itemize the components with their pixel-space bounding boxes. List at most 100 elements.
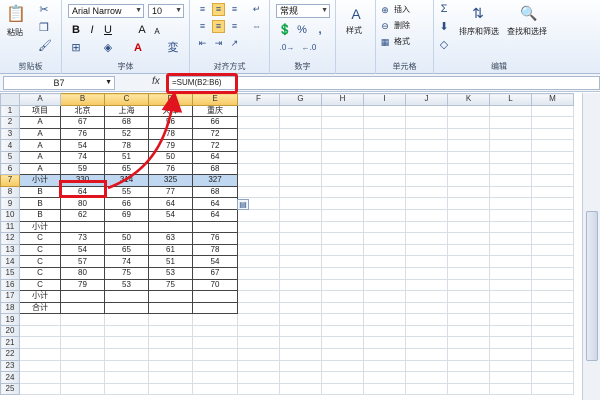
sort-filter-label[interactable]: 排序和筛选: [459, 27, 499, 37]
cell[interactable]: [148, 336, 193, 350]
row-header[interactable]: 5: [0, 150, 20, 164]
cell[interactable]: [447, 232, 490, 245]
cell[interactable]: [489, 266, 532, 280]
cell[interactable]: [192, 336, 238, 350]
cell[interactable]: [405, 266, 448, 280]
cell[interactable]: [489, 255, 532, 268]
bold-button[interactable]: B: [70, 24, 82, 36]
cell[interactable]: [405, 382, 448, 396]
cell[interactable]: [321, 266, 364, 280]
cell[interactable]: [19, 336, 61, 350]
cell[interactable]: [279, 197, 322, 210]
cell[interactable]: 53: [104, 278, 149, 292]
column-header-c[interactable]: C: [104, 93, 149, 106]
column-header-b[interactable]: B: [60, 93, 105, 106]
orientation-icon[interactable]: ↗: [228, 37, 241, 50]
cell[interactable]: [363, 243, 406, 257]
row-header[interactable]: 2: [0, 116, 20, 129]
cell[interactable]: [447, 243, 490, 257]
cell[interactable]: 76: [192, 232, 238, 245]
cell[interactable]: [405, 139, 448, 152]
cell[interactable]: [489, 197, 532, 210]
cell[interactable]: [489, 243, 532, 257]
cell[interactable]: [531, 116, 574, 129]
cell[interactable]: [192, 324, 238, 338]
cell[interactable]: [489, 278, 532, 292]
cell[interactable]: [104, 371, 149, 384]
cell[interactable]: [447, 359, 490, 373]
cell[interactable]: 重庆: [192, 104, 238, 118]
row-header[interactable]: 8: [0, 185, 20, 199]
cell[interactable]: [531, 266, 574, 280]
column-header-j[interactable]: J: [405, 93, 448, 106]
cell[interactable]: [279, 266, 322, 280]
cell[interactable]: [405, 208, 448, 222]
cell[interactable]: [19, 371, 61, 384]
cell[interactable]: [321, 290, 364, 303]
cell[interactable]: [447, 301, 490, 315]
cell[interactable]: [405, 336, 448, 350]
cell[interactable]: C: [19, 232, 61, 245]
cell[interactable]: [363, 348, 406, 361]
format-icon[interactable]: ▦: [380, 36, 390, 48]
cell[interactable]: [321, 208, 364, 222]
cell[interactable]: [192, 313, 238, 326]
cell[interactable]: [19, 313, 61, 326]
cell[interactable]: [363, 371, 406, 384]
cell[interactable]: B: [19, 185, 61, 199]
cell[interactable]: A: [19, 162, 61, 176]
cell[interactable]: [279, 150, 322, 164]
cell[interactable]: [531, 139, 574, 152]
cell[interactable]: [363, 255, 406, 268]
cell[interactable]: [531, 127, 574, 141]
cell[interactable]: 325: [148, 174, 193, 187]
cell[interactable]: 72: [192, 139, 238, 152]
cell[interactable]: [237, 324, 280, 338]
cell[interactable]: [60, 382, 105, 396]
cell[interactable]: [104, 313, 149, 326]
cell[interactable]: [192, 301, 238, 315]
cell[interactable]: [447, 208, 490, 222]
cell[interactable]: [531, 301, 574, 315]
fill-color-icon[interactable]: ◈: [102, 42, 114, 54]
shrink-font-button[interactable]: A: [152, 26, 162, 38]
cell[interactable]: [531, 290, 574, 303]
clear-icon[interactable]: ◇: [438, 39, 450, 51]
cell[interactable]: 65: [104, 243, 149, 257]
autosum-button[interactable]: Σ: [438, 3, 450, 15]
cell[interactable]: [531, 243, 574, 257]
insert-function-button[interactable]: fx: [152, 76, 160, 87]
cell[interactable]: [405, 220, 448, 234]
cell[interactable]: [237, 255, 280, 268]
cell[interactable]: [60, 290, 105, 303]
cell[interactable]: 68: [192, 162, 238, 176]
row-header[interactable]: 21: [0, 336, 20, 350]
paste-icon[interactable]: 📋: [6, 6, 26, 24]
cell[interactable]: [237, 278, 280, 292]
cell[interactable]: [237, 150, 280, 164]
align-bottom-icon[interactable]: ≡: [228, 3, 241, 16]
cell[interactable]: [531, 313, 574, 326]
cell[interactable]: 51: [104, 150, 149, 164]
cell[interactable]: [363, 266, 406, 280]
wrap-text-icon[interactable]: ↵: [250, 3, 263, 16]
cell[interactable]: [148, 348, 193, 361]
cell[interactable]: [279, 162, 322, 176]
cell[interactable]: [237, 359, 280, 373]
cell[interactable]: 63: [148, 232, 193, 245]
cell[interactable]: [192, 348, 238, 361]
cell[interactable]: [447, 220, 490, 234]
cell[interactable]: [237, 232, 280, 245]
cell[interactable]: [104, 301, 149, 315]
cell[interactable]: [237, 174, 280, 187]
cell[interactable]: [363, 139, 406, 152]
cell[interactable]: [363, 127, 406, 141]
cell[interactable]: [237, 220, 280, 234]
styles-icon[interactable]: A: [348, 6, 364, 22]
cell[interactable]: [447, 266, 490, 280]
cell[interactable]: [489, 208, 532, 222]
cell[interactable]: [279, 313, 322, 326]
phonetic-icon[interactable]: 変: [166, 42, 180, 54]
cell[interactable]: [405, 185, 448, 199]
cell[interactable]: [405, 371, 448, 384]
